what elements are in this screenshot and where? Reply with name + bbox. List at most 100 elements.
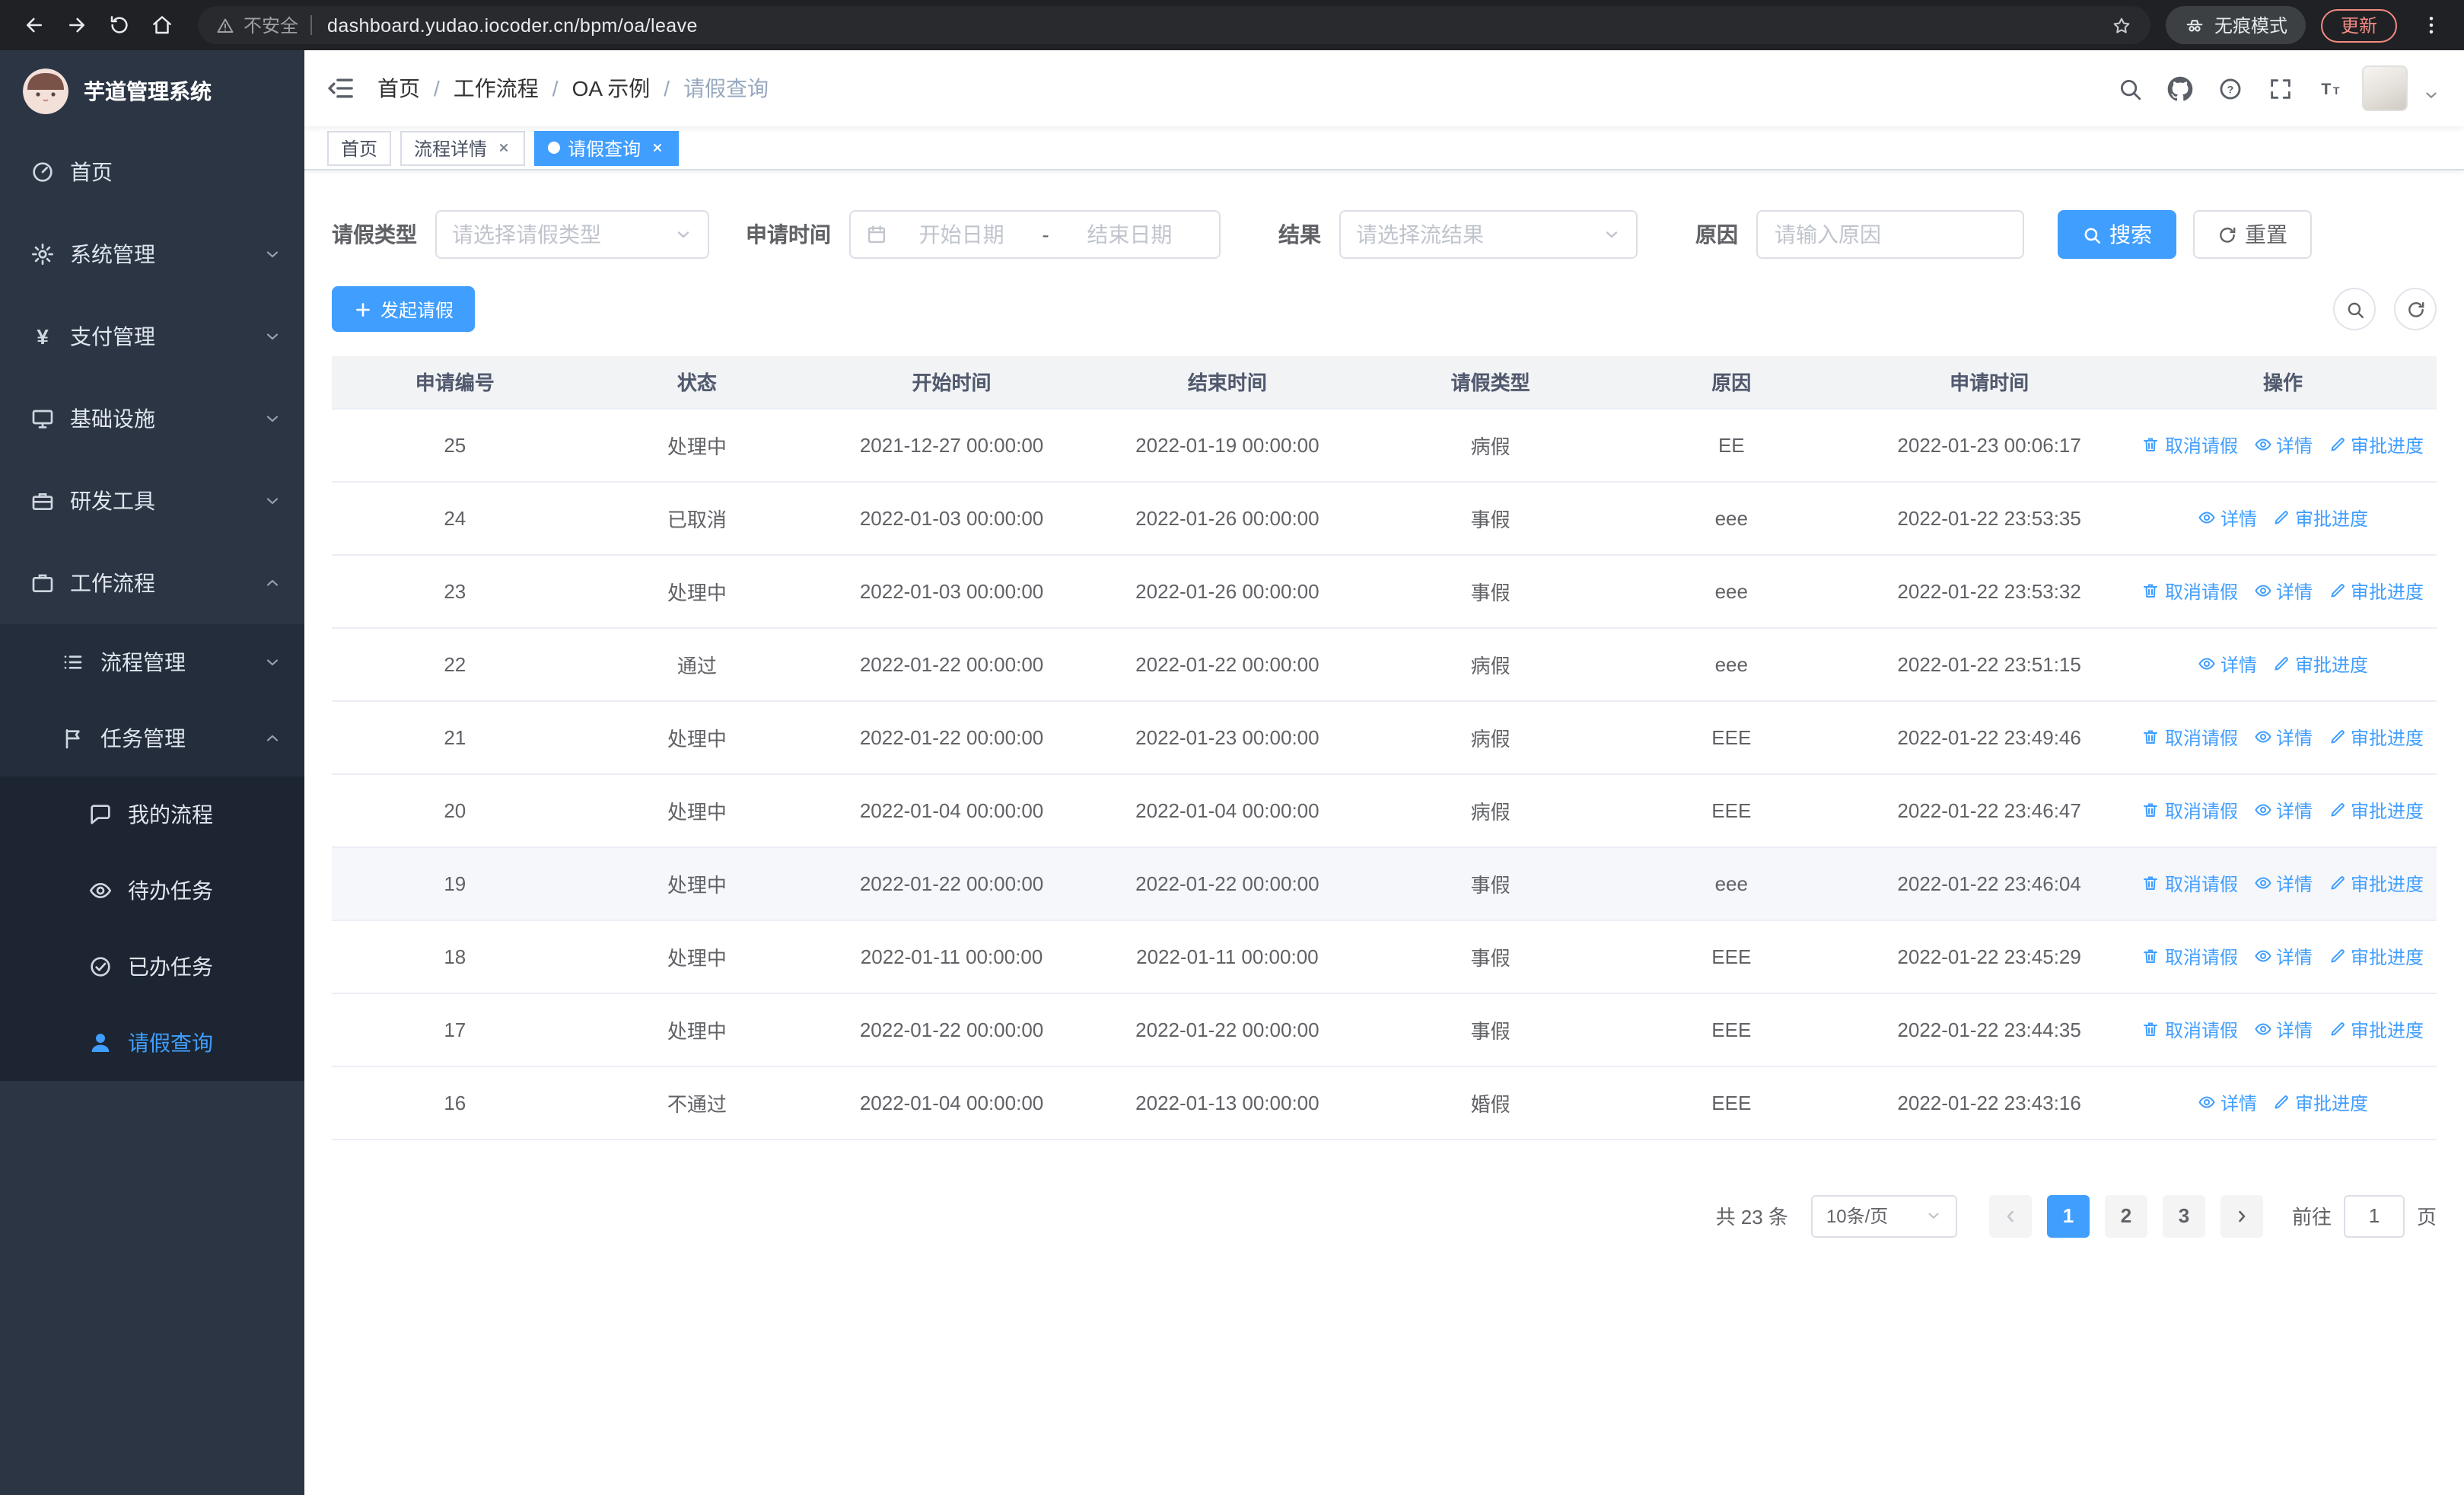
approval-progress-link[interactable]: 审批进度	[2328, 432, 2424, 457]
browser-back-button[interactable]	[12, 4, 55, 46]
browser-reload-button[interactable]	[97, 4, 140, 46]
sidebar-item-my-process[interactable]: 我的流程	[0, 776, 304, 853]
chevron-down-icon	[266, 498, 279, 505]
sidebar-item-process-management[interactable]: 流程管理	[0, 624, 304, 700]
app-logo[interactable]: 芋道管理系统	[0, 50, 304, 131]
detail-link[interactable]: 详情	[2253, 724, 2313, 750]
browser-menu-button[interactable]	[2409, 4, 2452, 46]
font-size-button[interactable]: TT	[2312, 70, 2348, 107]
browser-update-button[interactable]: 更新	[2320, 8, 2397, 42]
cancel-leave-link[interactable]: 取消请假	[2142, 1016, 2238, 1042]
tab-home[interactable]: 首页	[327, 130, 392, 165]
sidebar-item-payment[interactable]: ¥ 支付管理	[0, 295, 304, 378]
detail-link[interactable]: 详情	[2253, 943, 2313, 969]
sidebar-item-home[interactable]: 首页	[0, 131, 304, 213]
delete-icon	[2144, 1022, 2158, 1037]
sidebar-item-workflow[interactable]: 工作流程	[0, 542, 304, 624]
sidebar-item-task-management[interactable]: 任务管理	[0, 700, 304, 776]
edit-icon	[2330, 1022, 2344, 1036]
cell-actions: 取消请假 详情 审批进度	[2129, 408, 2437, 482]
tab-label: 首页	[341, 138, 378, 159]
range-separator: -	[1042, 222, 1049, 247]
table-header-row: 申请编号 状态 开始时间 结束时间 请假类型 原因 申请时间 操作	[332, 356, 2437, 409]
bookmark-star-icon[interactable]	[2111, 14, 2132, 36]
approval-progress-link[interactable]: 审批进度	[2328, 943, 2424, 969]
approval-progress-link[interactable]: 审批进度	[2328, 724, 2424, 750]
sidebar-item-done-tasks[interactable]: 已办任务	[0, 929, 304, 1005]
user-avatar[interactable]	[2362, 65, 2408, 111]
detail-link[interactable]: 详情	[2198, 651, 2257, 677]
detail-link[interactable]: 详情	[2253, 578, 2313, 604]
sidebar-collapse-icon[interactable]	[326, 73, 356, 104]
tab-leave-query[interactable]: 请假查询	[534, 130, 680, 165]
plus-icon	[356, 302, 370, 316]
page-button-3[interactable]: 3	[2162, 1194, 2205, 1237]
approval-progress-link[interactable]: 审批进度	[2328, 797, 2424, 823]
approval-progress-link[interactable]: 审批进度	[2328, 578, 2424, 604]
page-size-select[interactable]: 10条/页	[1810, 1194, 1957, 1237]
next-page-button[interactable]	[2220, 1194, 2263, 1237]
approval-progress-link[interactable]: 审批进度	[2272, 505, 2368, 531]
sidebar-item-leave-query[interactable]: 请假查询	[0, 1005, 304, 1081]
cancel-leave-link[interactable]: 取消请假	[2142, 432, 2238, 457]
detail-link[interactable]: 详情	[2253, 797, 2313, 823]
prev-page-button[interactable]	[1988, 1194, 2032, 1237]
create-leave-button[interactable]: 发起请假	[332, 286, 476, 332]
browser-home-button[interactable]	[140, 4, 183, 46]
apply-time-range-picker[interactable]: 开始日期 - 结束日期	[849, 210, 1221, 259]
detail-link[interactable]: 详情	[2198, 1089, 2257, 1115]
fullscreen-button[interactable]	[2262, 70, 2298, 107]
sidebar-item-devtools[interactable]: 研发工具	[0, 460, 304, 542]
omnibox-divider	[310, 15, 313, 35]
chat-icon	[91, 805, 110, 824]
cancel-leave-link[interactable]: 取消请假	[2142, 578, 2238, 604]
header-search-button[interactable]	[2111, 70, 2147, 107]
security-label[interactable]: 不安全	[244, 12, 298, 38]
help-button[interactable]: ?	[2211, 70, 2248, 107]
page-button-1[interactable]: 1	[2046, 1194, 2090, 1237]
result-select[interactable]: 请选择流结果	[1339, 210, 1638, 259]
detail-link[interactable]: 详情	[2253, 870, 2313, 896]
hide-search-button[interactable]	[2333, 288, 2376, 330]
approval-progress-link[interactable]: 审批进度	[2328, 870, 2424, 896]
page-button-2[interactable]: 2	[2104, 1194, 2147, 1237]
close-icon[interactable]	[648, 139, 665, 156]
column-header: 状态	[578, 356, 817, 409]
breadcrumb-item[interactable]: 工作流程	[454, 73, 539, 104]
cancel-leave-link[interactable]: 取消请假	[2142, 797, 2238, 823]
breadcrumb-item[interactable]: 首页	[377, 73, 420, 104]
sidebar-item-infrastructure[interactable]: 基础设施	[0, 378, 304, 460]
close-icon[interactable]	[495, 139, 511, 156]
cancel-leave-link[interactable]: 取消请假	[2142, 943, 2238, 969]
refresh-table-button[interactable]	[2394, 288, 2437, 330]
search-icon	[2084, 227, 2101, 244]
sidebar-item-system[interactable]: 系统管理	[0, 213, 304, 295]
github-button[interactable]	[2161, 70, 2198, 107]
reason-input[interactable]	[1756, 210, 2024, 259]
detail-link[interactable]: 详情	[2253, 1016, 2313, 1042]
fullscreen-icon	[2270, 78, 2290, 98]
approval-progress-link[interactable]: 审批进度	[2328, 1016, 2424, 1042]
url-text[interactable]: dashboard.yudao.iocoder.cn/bpm/oa/leave	[327, 14, 698, 36]
tab-process-detail[interactable]: 流程详情	[400, 130, 526, 165]
search-button[interactable]: 搜索	[2058, 210, 2176, 259]
goto-page-input[interactable]	[2343, 1194, 2405, 1237]
detail-link[interactable]: 详情	[2253, 432, 2313, 457]
approval-progress-link[interactable]: 审批进度	[2272, 651, 2368, 677]
cell-reason: eee	[1613, 627, 1850, 701]
breadcrumb-item[interactable]: OA 示例	[572, 73, 651, 104]
chevron-down-icon[interactable]	[2423, 87, 2440, 104]
table-row: 18 处理中 2022-01-11 00:00:00 2022-01-11 00:00…	[332, 920, 2437, 993]
cancel-leave-link[interactable]: 取消请假	[2142, 724, 2238, 750]
detail-link[interactable]: 详情	[2198, 505, 2257, 531]
browser-forward-button[interactable]	[55, 4, 97, 46]
leave-type-select[interactable]: 请选择请假类型	[435, 210, 709, 259]
sidebar-item-todo-tasks[interactable]: 待办任务	[0, 853, 304, 929]
address-bar[interactable]: 不安全 dashboard.yudao.iocoder.cn/bpm/oa/le…	[198, 6, 2150, 44]
cancel-leave-link[interactable]: 取消请假	[2142, 870, 2238, 896]
cell-actions: 取消请假 详情 审批进度	[2129, 773, 2437, 847]
cell-start: 2021-12-27 00:00:00	[816, 408, 1087, 482]
cell-start: 2022-01-03 00:00:00	[816, 481, 1087, 555]
approval-progress-link[interactable]: 审批进度	[2272, 1089, 2368, 1115]
reset-button[interactable]: 重置	[2193, 210, 2312, 259]
